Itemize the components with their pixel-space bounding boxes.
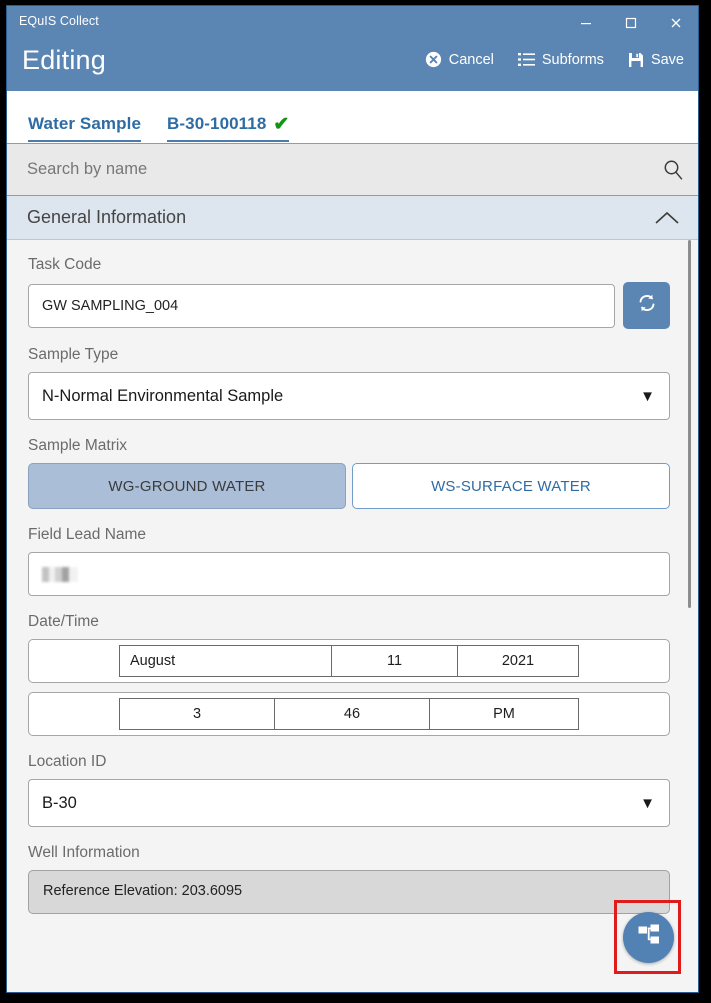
app-title: EQuIS Collect: [19, 14, 99, 28]
valid-check-icon: ✔: [273, 115, 289, 134]
search-input[interactable]: [27, 160, 656, 179]
tab-sample-record-label: B-30-100118: [167, 114, 266, 134]
sample-matrix-toggle-group: WG-GROUND WATER WS-SURFACE WATER: [28, 463, 670, 509]
field-task-code: Task Code GW SAMPLING_004: [28, 256, 670, 329]
well-information-label: Well Information: [28, 844, 670, 862]
task-code-refresh-button[interactable]: [623, 282, 670, 329]
cancel-label: Cancel: [449, 52, 494, 68]
save-label: Save: [651, 52, 684, 68]
date-year-field[interactable]: 2021: [457, 645, 579, 677]
subforms-button[interactable]: Subforms: [518, 52, 604, 68]
sample-matrix-label: Sample Matrix: [28, 437, 670, 455]
tab-water-sample-label: Water Sample: [28, 114, 141, 134]
date-time-label: Date/Time: [28, 613, 670, 631]
close-button[interactable]: [653, 6, 698, 39]
time-meridiem-field[interactable]: PM: [429, 698, 579, 730]
maximize-icon: [624, 16, 638, 30]
task-code-input[interactable]: GW SAMPLING_004: [28, 284, 615, 328]
chevron-up-icon[interactable]: [654, 210, 680, 226]
chevron-down-icon: ▼: [640, 389, 655, 404]
sample-matrix-option-ground-water[interactable]: WG-GROUND WATER: [28, 463, 346, 509]
section-title: General Information: [27, 207, 186, 228]
field-date-time: Date/Time August 11 2021 3 46 PM: [28, 613, 670, 736]
minimize-icon: [579, 16, 593, 30]
field-lead-name-input[interactable]: [28, 552, 670, 596]
cancel-button[interactable]: Cancel: [425, 51, 494, 68]
field-well-information: Well Information Reference Elevation: 20…: [28, 844, 670, 914]
location-id-dropdown[interactable]: B-30 ▼: [28, 779, 670, 827]
sample-type-label: Sample Type: [28, 346, 670, 364]
field-field-lead-name: Field Lead Name: [28, 526, 670, 596]
save-button[interactable]: Save: [628, 52, 684, 68]
subforms-fab-button[interactable]: [623, 912, 674, 963]
list-icon: [518, 52, 535, 67]
form-scrollbar[interactable]: [685, 240, 694, 992]
section-header-general-information[interactable]: General Information: [7, 196, 698, 240]
well-information-readonly-box: Reference Elevation: 203.6095: [28, 870, 670, 914]
task-code-row: GW SAMPLING_004: [28, 282, 670, 329]
floppy-disk-icon: [628, 52, 644, 68]
field-lead-name-label: Field Lead Name: [28, 526, 670, 544]
command-bar: Editing Cancel: [7, 39, 698, 91]
form-scrollbar-thumb[interactable]: [688, 240, 691, 608]
date-month-field[interactable]: August: [119, 645, 331, 677]
field-sample-type: Sample Type N-Normal Environmental Sampl…: [28, 346, 670, 420]
page-title: Editing: [22, 45, 106, 76]
window-controls: [563, 6, 698, 39]
sample-matrix-option-surface-water[interactable]: WS-SURFACE WATER: [352, 463, 670, 509]
tab-sample-record[interactable]: B-30-100118 ✔: [167, 114, 289, 142]
task-code-label: Task Code: [28, 256, 670, 274]
search-bar[interactable]: [7, 143, 698, 196]
field-sample-matrix: Sample Matrix WG-GROUND WATER WS-SURFACE…: [28, 437, 670, 509]
time-minute-field[interactable]: 46: [274, 698, 429, 730]
command-actions: Cancel Subforms: [425, 51, 684, 68]
app-window: EQuIS Collect: [6, 5, 699, 993]
minimize-button[interactable]: [563, 6, 608, 39]
location-id-value: B-30: [42, 794, 77, 813]
date-picker-cells: August 11 2021: [119, 645, 579, 677]
location-id-label: Location ID: [28, 753, 670, 771]
search-icon[interactable]: [656, 159, 684, 181]
redacted-value: [42, 567, 78, 582]
form-scroll-area: Task Code GW SAMPLING_004: [7, 240, 698, 992]
cancel-circle-icon: [425, 51, 442, 68]
subform-hierarchy-icon: [635, 921, 663, 954]
refresh-icon: [635, 291, 659, 320]
time-picker: 3 46 PM: [28, 692, 670, 736]
tab-water-sample[interactable]: Water Sample: [28, 114, 141, 142]
tab-strip: Water Sample B-30-100118 ✔: [7, 91, 698, 143]
maximize-button[interactable]: [608, 6, 653, 39]
sample-type-dropdown[interactable]: N-Normal Environmental Sample ▼: [28, 372, 670, 420]
date-picker: August 11 2021: [28, 639, 670, 683]
screen-root: EQuIS Collect: [0, 0, 711, 1003]
chevron-down-icon: ▼: [640, 796, 655, 811]
form-fields: Task Code GW SAMPLING_004: [7, 240, 698, 914]
time-picker-cells: 3 46 PM: [119, 698, 579, 730]
date-day-field[interactable]: 11: [331, 645, 457, 677]
time-hour-field[interactable]: 3: [119, 698, 274, 730]
close-icon: [669, 16, 683, 30]
subforms-label: Subforms: [542, 52, 604, 68]
sample-type-value: N-Normal Environmental Sample: [42, 387, 283, 406]
field-location-id: Location ID B-30 ▼: [28, 753, 670, 827]
title-bar: EQuIS Collect: [7, 6, 698, 39]
